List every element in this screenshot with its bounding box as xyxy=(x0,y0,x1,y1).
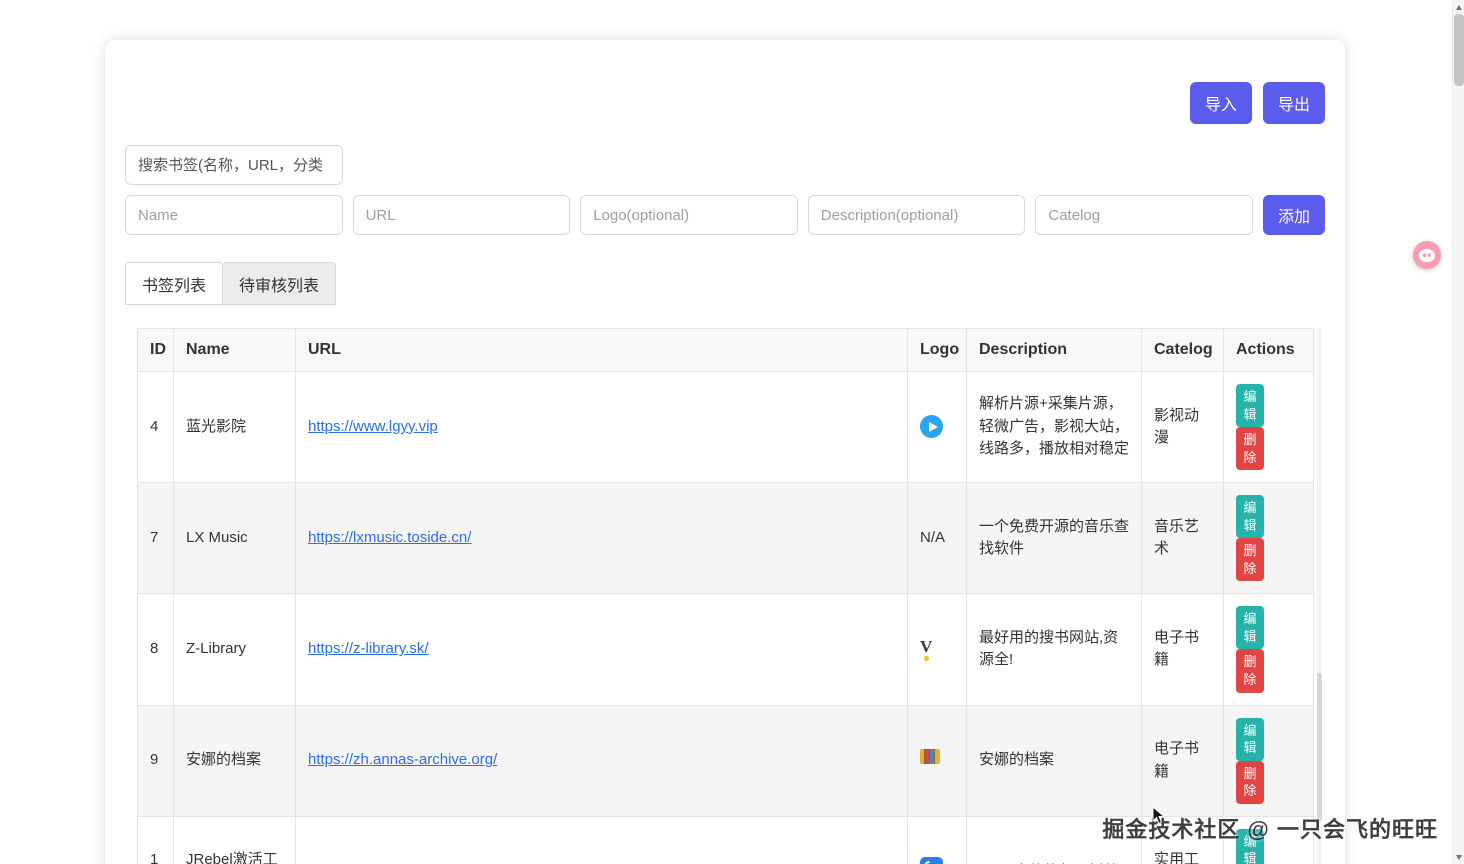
cell-name: 安娜的档案 xyxy=(174,705,296,816)
zlibrary-icon xyxy=(920,638,932,661)
panda-face-icon xyxy=(1419,249,1435,262)
table-row: 9 安娜的档案 https://zh.annas-archive.org/ 安娜… xyxy=(138,705,1314,816)
import-button[interactable]: 导入 xyxy=(1190,82,1252,124)
delete-button[interactable]: 删除 xyxy=(1236,761,1264,804)
header-actions: Actions xyxy=(1224,329,1314,372)
wrench-icon xyxy=(920,857,943,864)
bookmark-link[interactable]: https://zh.annas-archive.org/ xyxy=(308,751,497,768)
mouse-cursor-icon xyxy=(1152,806,1168,831)
table-row: 7 LX Music https://lxmusic.toside.cn/ N/… xyxy=(138,483,1314,594)
bookmark-link[interactable]: https://lxmusic.toside.cn/ xyxy=(308,529,471,546)
header-name: Name xyxy=(174,329,296,372)
delete-button[interactable]: 删除 xyxy=(1236,538,1264,581)
page-scrollbar[interactable] xyxy=(1452,0,1464,864)
cell-actions: 编辑 删除 xyxy=(1224,372,1314,483)
delete-button[interactable]: 删除 xyxy=(1236,649,1264,692)
bookmark-link[interactable]: https://www.lgyy.vip xyxy=(308,418,438,435)
table-row: 4 蓝光影院 https://www.lgyy.vip 解析片源+采集片源，轻微… xyxy=(138,372,1314,483)
description-field[interactable] xyxy=(808,195,1026,235)
annas-archive-icon xyxy=(920,749,940,764)
tab-bookmark-list[interactable]: 书签列表 xyxy=(125,262,223,305)
url-field[interactable] xyxy=(353,195,571,235)
bookmark-table: ID Name URL Logo Description Catelog Act… xyxy=(137,328,1314,864)
cell-actions: 编辑 删除 xyxy=(1224,594,1314,705)
catelog-field[interactable] xyxy=(1035,195,1253,235)
cell-description: 一个免费开源的音乐查找软件 xyxy=(967,483,1142,594)
table-scrollbar-thumb[interactable] xyxy=(1317,673,1322,821)
cell-actions: 编辑 删除 xyxy=(1224,705,1314,816)
cell-url: https://zh.annas-archive.org/ xyxy=(296,705,908,816)
header-catelog: Catelog xyxy=(1142,329,1224,372)
tab-pending-review-list[interactable]: 待审核列表 xyxy=(223,262,336,305)
export-button[interactable]: 导出 xyxy=(1263,82,1325,124)
cell-url: https://lxmusic.toside.cn/ xyxy=(296,483,908,594)
search-input[interactable] xyxy=(125,145,343,185)
bookmark-link[interactable]: https://z-library.sk/ xyxy=(308,640,429,657)
cell-logo xyxy=(908,372,967,483)
floating-widget-button[interactable] xyxy=(1413,241,1441,269)
cell-url: https://z-library.sk/ xyxy=(296,594,908,705)
page-scrollbar-thumb[interactable] xyxy=(1454,14,1464,86)
cell-description: 最好用的搜书网站,资源全! xyxy=(967,594,1142,705)
edit-button[interactable]: 编辑 xyxy=(1236,384,1264,427)
header-id: ID xyxy=(138,329,174,372)
cell-name: 蓝光影院 xyxy=(174,372,296,483)
cell-catelog: 音乐艺术 xyxy=(1142,483,1224,594)
cell-name: JRebel激活工具 xyxy=(174,816,296,864)
search-row xyxy=(125,145,1325,185)
table-row: 8 Z-Library https://z-library.sk/ 最好用的搜书… xyxy=(138,594,1314,705)
cell-name: LX Music xyxy=(174,483,296,594)
cell-description: 解析片源+采集片源，轻微广告，影视大站，线路多，播放相对稳定 xyxy=(967,372,1142,483)
scroll-down-icon[interactable] xyxy=(1453,851,1464,863)
cell-logo xyxy=(908,594,967,705)
cell-id: 7 xyxy=(138,483,174,594)
add-button[interactable]: 添加 xyxy=(1263,195,1325,235)
cell-name: Z-Library xyxy=(174,594,296,705)
cell-id: 11 xyxy=(138,816,174,864)
cell-description: 安娜的档案 xyxy=(967,705,1142,816)
name-field[interactable] xyxy=(125,195,343,235)
logo-text: N/A xyxy=(920,527,945,550)
edit-button[interactable]: 编辑 xyxy=(1236,495,1264,538)
cell-catelog: 电子书籍 xyxy=(1142,594,1224,705)
edit-button[interactable]: 编辑 xyxy=(1236,718,1264,761)
cell-id: 4 xyxy=(138,372,174,483)
cell-actions: 编辑 删除 xyxy=(1224,483,1314,594)
cell-id: 8 xyxy=(138,594,174,705)
bookmark-table-body: 4 蓝光影院 https://www.lgyy.vip 解析片源+采集片源，轻微… xyxy=(138,372,1314,864)
cell-url: https://github.com/ilanyu/ReverseProxy xyxy=(296,816,908,864)
list-tabs: 书签列表 待审核列表 xyxy=(125,262,1325,305)
play-icon xyxy=(920,415,943,438)
header-logo: Logo xyxy=(908,329,967,372)
cell-catelog: 电子书籍 xyxy=(1142,705,1224,816)
cell-catelog: 影视动漫 xyxy=(1142,372,1224,483)
header-description: Description xyxy=(967,329,1142,372)
cell-url: https://www.lgyy.vip xyxy=(296,372,908,483)
bookmark-table-wrap: ID Name URL Logo Description Catelog Act… xyxy=(137,328,1313,864)
cell-logo xyxy=(908,816,967,864)
header-url: URL xyxy=(296,329,908,372)
edit-button[interactable]: 编辑 xyxy=(1236,606,1264,649)
scroll-up-icon[interactable] xyxy=(1453,1,1464,13)
cell-logo: N/A xyxy=(908,483,967,594)
table-scrollbar[interactable] xyxy=(1317,328,1322,864)
logo-field[interactable] xyxy=(580,195,798,235)
import-export-toolbar: 导入 导出 xyxy=(125,82,1325,124)
table-header-row: ID Name URL Logo Description Catelog Act… xyxy=(138,329,1314,372)
cell-logo xyxy=(908,705,967,816)
add-bookmark-form: 添加 xyxy=(125,195,1325,235)
bookmark-manager-card: 导入 导出 添加 书签列表 待审核列表 xyxy=(105,40,1345,864)
cell-id: 9 xyxy=(138,705,174,816)
page: 导入 导出 添加 书签列表 待审核列表 xyxy=(0,0,1464,864)
delete-button[interactable]: 删除 xyxy=(1236,427,1264,470)
